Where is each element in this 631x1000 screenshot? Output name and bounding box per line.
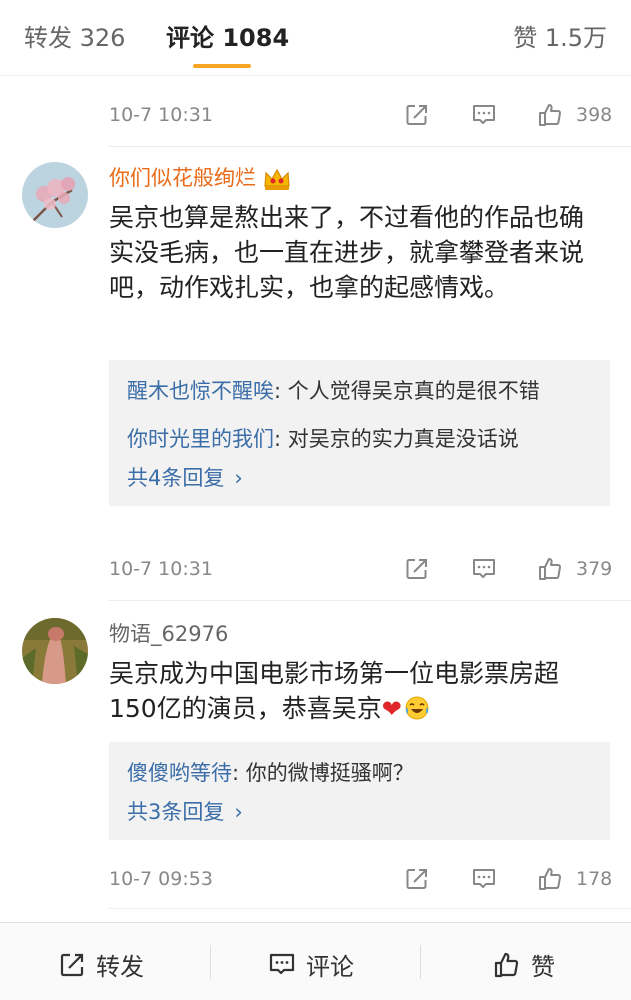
like-icon[interactable]: [537, 866, 563, 892]
comment-divider: [109, 600, 631, 601]
like-icon[interactable]: [537, 102, 563, 128]
comment-time: 10-7 10:31: [109, 558, 213, 580]
heart-icon: ❤: [381, 695, 402, 723]
reply-username[interactable]: 醒木也惊不醒唉: [127, 379, 274, 403]
comment-button[interactable]: 评论: [268, 947, 354, 982]
like-count: 379: [576, 558, 613, 580]
repost-button[interactable]: 转发: [58, 947, 144, 982]
comment-username[interactable]: 你们似花般绚烂: [109, 162, 292, 192]
reply-item[interactable]: 醒木也惊不醒唉: 个人觉得吴京真的是很不错: [127, 374, 592, 408]
like-button[interactable]: 赞: [493, 947, 555, 982]
reply-text: : 个人觉得吴京真的是很不错: [274, 379, 540, 403]
comment-divider: [109, 908, 631, 909]
like-count: 398: [576, 104, 613, 126]
repost-icon[interactable]: [404, 556, 430, 582]
comment-time: 10-7 09:53: [109, 868, 213, 890]
photo-avatar: [22, 618, 88, 684]
avatar[interactable]: [22, 618, 88, 684]
comment-icon: [269, 953, 295, 974]
reply-username[interactable]: 傻傻哟等待: [127, 761, 232, 785]
separator: [420, 945, 421, 979]
separator: [210, 945, 211, 979]
comment-tabs: 转发 326 评论 1084 赞 1.5万: [0, 0, 631, 76]
comment-username[interactable]: 物语_62976: [109, 618, 228, 648]
comment-icon[interactable]: [471, 556, 497, 582]
username-text: 你们似花般绚烂: [109, 166, 256, 190]
reply-item[interactable]: 你时光里的我们: 对吴京的实力真是没话说: [127, 422, 592, 456]
reply-text: : 对吴京的实力真是没话说: [274, 427, 519, 451]
reply-username[interactable]: 你时光里的我们: [127, 427, 274, 451]
comment-label: 评论: [306, 953, 354, 981]
more-replies-link[interactable]: 共4条回复 ›: [127, 460, 592, 496]
comment-icon[interactable]: [471, 866, 497, 892]
crown-icon: [262, 166, 292, 192]
cherry-blossom-avatar: [22, 162, 88, 228]
tab-repost[interactable]: 转发 326: [24, 18, 125, 58]
comment-text: 吴京成为中国电影市场第一位电影票房超150亿的演员，恭喜吴京❤: [109, 656, 599, 727]
repost-icon[interactable]: [404, 866, 430, 892]
reply-item[interactable]: 傻傻哟等待: 你的微博挺骚啊？: [127, 756, 592, 790]
laughing-tears-icon: [404, 695, 430, 721]
like-label: 赞: [531, 953, 555, 981]
tab-like[interactable]: 赞 1.5万: [513, 18, 607, 58]
chevron-right-icon: ›: [234, 800, 243, 824]
comment-text-content: 吴京成为中国电影市场第一位电影票房超150亿的演员，恭喜吴京: [109, 659, 560, 723]
comment-text: 吴京也算是熬出来了，不过看他的作品也确实没毛病，也一直在进步，就拿攀登者来说吧，…: [109, 203, 585, 302]
more-replies-link[interactable]: 共3条回复 ›: [127, 794, 592, 830]
reply-box[interactable]: 傻傻哟等待: 你的微博挺骚啊？ 共3条回复 ›: [109, 742, 610, 840]
comment-footer: 10-7 10:31 379: [0, 550, 631, 590]
chevron-right-icon: ›: [234, 466, 243, 490]
comment-icon[interactable]: [471, 102, 497, 128]
like-count: 178: [576, 868, 613, 890]
reply-box[interactable]: 醒木也惊不醒唉: 个人觉得吴京真的是很不错 你时光里的我们: 对吴京的实力真是没…: [109, 360, 610, 506]
comment-footer: 10-7 09:53 178: [0, 860, 631, 900]
reply-text: : 你的微博挺骚啊？: [232, 761, 414, 785]
active-tab-indicator: [193, 64, 251, 68]
repost-icon: [60, 953, 84, 976]
like-icon: [494, 952, 519, 977]
like-icon[interactable]: [537, 556, 563, 582]
comment-divider: [109, 146, 631, 147]
comment-time: 10-7 10:31: [109, 104, 213, 126]
more-replies-label: 共4条回复: [127, 466, 225, 490]
more-replies-label: 共3条回复: [127, 800, 225, 824]
bottom-action-bar: 转发 评论 赞: [0, 922, 631, 1000]
tab-comment[interactable]: 评论 1084: [166, 18, 289, 58]
avatar[interactable]: [22, 162, 88, 228]
repost-icon[interactable]: [404, 102, 430, 128]
repost-label: 转发: [96, 953, 144, 981]
comment-footer: 10-7 10:31 398: [0, 96, 631, 136]
